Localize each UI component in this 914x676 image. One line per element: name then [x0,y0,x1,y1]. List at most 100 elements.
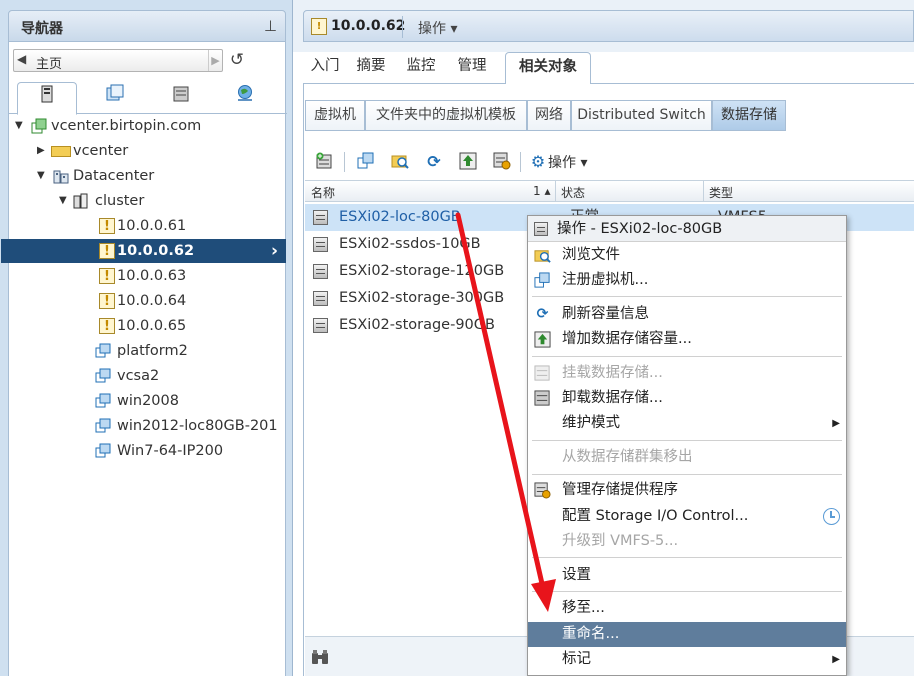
back-arrow-icon[interactable]: ◀ [17,52,26,66]
menu-item-maintenance-mode[interactable]: 维护模式 ▶ [528,411,846,436]
increase-capacity-icon [534,331,551,348]
home-label: 主页 [36,57,63,72]
networking-icon[interactable] [215,82,275,114]
column-divider[interactable] [555,181,556,201]
tree-node-host[interactable]: ! 10.0.0.64 [9,289,287,313]
tab-getting-started[interactable]: 入门 [305,52,345,84]
menu-item-label: 维护模式 [562,415,620,431]
sort-indicator[interactable]: 1 ▴ [533,184,550,198]
menu-item-storage-providers[interactable]: 管理存储提供程序 [528,478,846,503]
tab-summary[interactable]: 摘要 [351,52,391,84]
tree-node-host-selected[interactable]: ! 10.0.0.62 › [1,239,286,263]
tree-node-label: 10.0.0.62 [117,243,195,259]
menu-item-remove-from-cluster[interactable]: 从数据存储群集移出 [528,445,846,470]
storage-provider-icon[interactable] [492,152,512,172]
datastore-icon [534,222,548,236]
vm-icon [95,343,111,359]
menu-item-label: 重命名... [562,626,620,642]
tree-node-host[interactable]: ! 10.0.0.63 [9,264,287,288]
storage-provider-icon [534,482,551,499]
menu-item-mount-datastore[interactable]: 挂载数据存储... [528,361,846,386]
column-header-type[interactable]: 类型 [709,184,733,201]
tab-related-objects[interactable]: 相关对象 [505,52,591,85]
host-warning-icon: ! [99,218,115,234]
menu-item-register-vm[interactable]: 注册虚拟机... [528,268,846,293]
menu-item-unmount-datastore[interactable]: 卸载数据存储... [528,386,846,411]
column-divider[interactable] [703,181,704,201]
column-header-name[interactable]: 名称 [311,184,335,201]
tree-node-datacenter[interactable]: ▼ Datacenter [9,164,287,188]
forward-arrow-icon[interactable]: ▶ [208,50,222,71]
menu-item-label: 从数据存储群集移出 [562,449,693,465]
menu-item-refresh-capacity[interactable]: ⟳ 刷新容量信息 [528,302,846,327]
menu-item-browse-files[interactable]: 浏览文件 [528,243,846,268]
history-icon[interactable]: ↺ [227,50,247,70]
clock-icon [823,508,840,525]
menu-item-increase-capacity[interactable]: 增加数据存储容量... [528,327,846,352]
tab-distributed-switch[interactable]: Distributed Switch [571,100,712,131]
menu-item-tags[interactable]: 标记 ▶ [528,647,846,672]
tree-node-vm[interactable]: platform2 [9,339,287,363]
menu-separator [532,356,842,357]
host-warning-icon: ! [99,268,115,284]
grid-header: 名称 1 ▴ 状态 类型 [305,180,914,202]
menu-item-label: 设置 [562,567,591,583]
tree-node-vcenter-server[interactable]: ▼ vcenter.birtopin.com [9,114,287,138]
menu-item-storage-io-control[interactable]: 配置 Storage I/O Control... [528,504,846,529]
menu-item-upgrade-vmfs5[interactable]: 升级到 VMFS-5... [528,529,846,554]
menu-item-label: 注册虚拟机... [562,272,649,288]
menu-item-label: 移至... [562,600,605,616]
navigator-title: 导航器 [21,21,63,37]
refresh-icon[interactable]: ⟳ [424,152,444,172]
increase-capacity-icon[interactable] [458,152,478,172]
tab-networks[interactable]: 网络 [527,100,571,131]
host-warning-icon: ! [99,293,115,309]
menu-item-label: 管理存储提供程序 [562,482,678,498]
menu-item-rename[interactable]: 重命名... [528,622,846,647]
mount-datastore-icon [534,365,551,382]
tree-node-host[interactable]: ! 10.0.0.61 [9,214,287,238]
menu-item-label: 刷新容量信息 [562,306,649,322]
tab-vm-templates[interactable]: 文件夹中的虚拟机模板 [365,100,527,131]
register-vm-icon[interactable] [356,152,376,172]
collapsed-arrow-icon[interactable]: ▶ [37,139,45,163]
toolbar-actions-button[interactable]: 操作 ▾ [548,152,587,172]
vms-templates-icon[interactable] [85,82,145,114]
new-datastore-icon[interactable] [314,152,334,172]
actions-menu-button[interactable]: 操作 ▾ [418,18,457,38]
menu-item-label: 增加数据存储容量... [562,331,692,347]
menu-item-settings[interactable]: 设置 [528,563,846,588]
menu-item-move-to[interactable]: 移至... [528,596,846,621]
tree-node-vm[interactable]: vcsa2 [9,364,287,388]
expand-arrow-icon[interactable]: ▼ [59,189,67,213]
tree-node-cluster[interactable]: ▼ cluster [9,189,287,213]
storage-icon[interactable] [151,82,211,114]
browse-files-icon[interactable] [390,152,410,172]
tree-node-label: vcsa2 [117,368,160,384]
menu-separator [532,557,842,558]
tab-datastores[interactable]: 数据存储 [712,100,786,131]
tree-node-vcenter-folder[interactable]: ▶ vcenter [9,139,287,163]
register-vm-icon [534,272,551,289]
page-title: 10.0.0.62 [331,18,406,34]
tree-node-vm[interactable]: Win7-64-IP200 [9,439,287,463]
tab-monitor[interactable]: 监控 [401,52,441,84]
expand-arrow-icon[interactable]: ▼ [37,164,45,188]
tree-node-host[interactable]: ! 10.0.0.65 [9,314,287,338]
tab-virtual-machines[interactable]: 虚拟机 [305,100,365,131]
tab-manage[interactable]: 管理 [451,52,493,84]
pin-icon[interactable]: ⊥ [264,17,277,35]
chevron-right-icon[interactable]: › [271,239,278,263]
tree-node-label: win2012-loc80GB-201 [117,418,278,434]
tree-node-vm[interactable]: win2008 [9,389,287,413]
hosts-clusters-icon[interactable] [17,82,77,115]
tree-node-vm[interactable]: win2012-loc80GB-201 [9,414,287,438]
toolbar-separator [520,152,521,172]
object-subtabs: 入门 摘要 监控 管理 相关对象 [303,52,914,85]
binoculars-icon[interactable] [311,649,329,669]
home-button[interactable]: ◀ 主页 ▶ [13,49,223,72]
gear-icon[interactable]: ⚙ [528,152,548,172]
expand-arrow-icon[interactable]: ▼ [15,114,23,138]
tree-node-label: Win7-64-IP200 [117,443,224,459]
column-header-status[interactable]: 状态 [561,184,585,201]
